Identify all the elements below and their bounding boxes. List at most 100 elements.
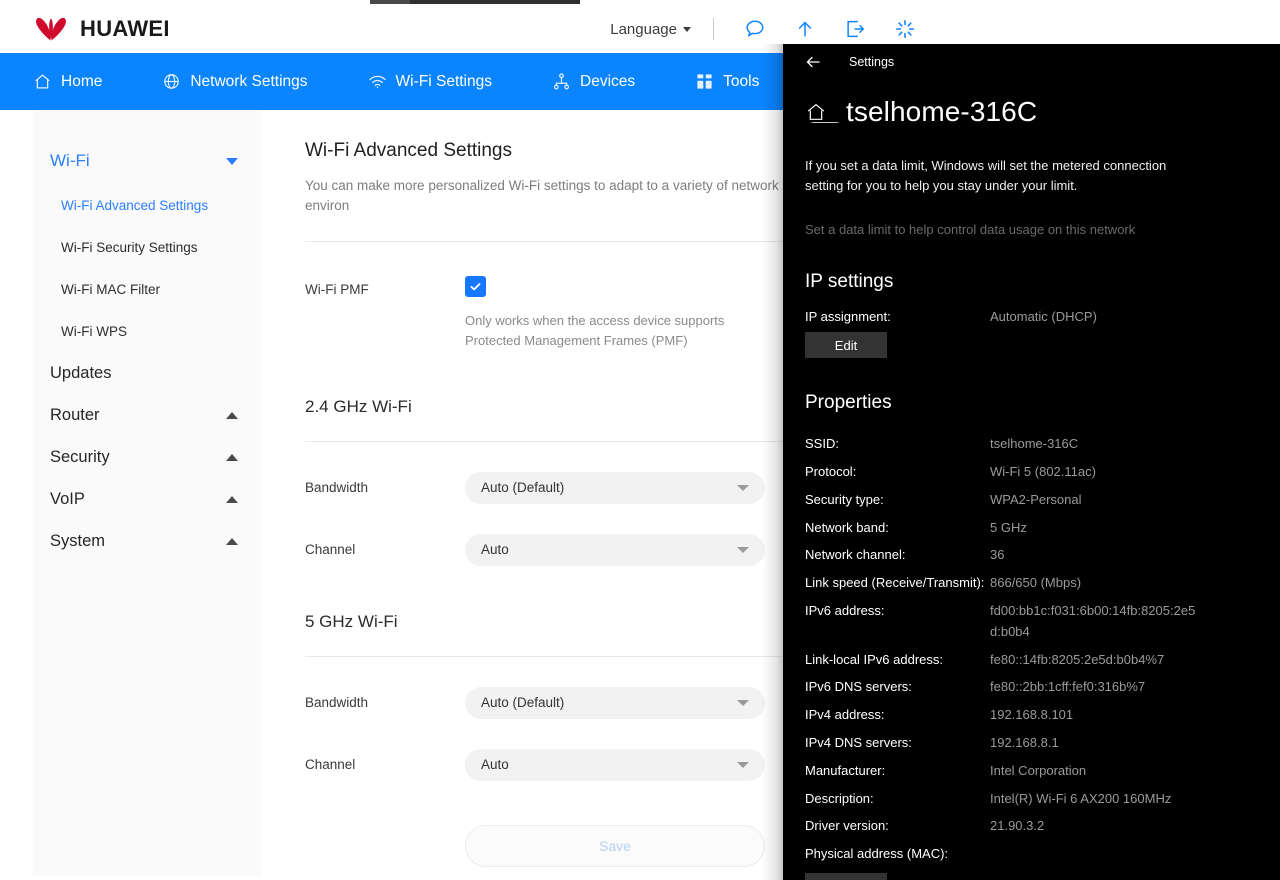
bandwidth-select-24[interactable]: Auto (Default): [465, 471, 765, 504]
channel-row-24: Channel Auto: [305, 533, 825, 566]
page-title: Wi-Fi Advanced Settings: [305, 140, 512, 161]
loading-spinner-icon[interactable]: [894, 18, 916, 40]
globe-icon: [164, 74, 180, 89]
check-icon: [470, 282, 481, 290]
sidebar-item-updates[interactable]: Updates: [33, 352, 262, 394]
property-key: Network band:: [805, 519, 889, 535]
nav-item-wifi-settings[interactable]: Wi-Fi Settings: [368, 53, 492, 110]
nav-label: Tools: [723, 72, 760, 90]
sidebar-item-system[interactable]: System: [33, 520, 262, 562]
property-value: 5 GHz: [990, 519, 1027, 535]
properties-list: SSID: tselhome-316C Protocol: Wi-Fi 5 (802.…: [805, 434, 1258, 865]
sidebar-item-label: System: [50, 531, 106, 550]
metered-toggle-clip: Off: [805, 122, 1025, 138]
sidebar-item-label: Router: [50, 405, 100, 424]
nav-label: Home: [61, 72, 103, 90]
save-button[interactable]: Save: [465, 824, 765, 867]
chevron-up-icon: [226, 453, 238, 461]
property-value: 21.90.3.2: [990, 818, 1045, 834]
pmf-hint: Only works when the access device suppor…: [465, 312, 725, 348]
channel-select-24[interactable]: Auto: [465, 533, 765, 566]
divider: [305, 240, 825, 242]
section-title-5ghz: 5 GHz Wi-Fi: [305, 611, 398, 631]
property-key: Security type:: [805, 491, 884, 507]
bandwidth-value: Auto (Default): [481, 695, 565, 711]
property-row: SSID: tselhome-316C: [805, 434, 1258, 455]
sidebar-item-wifi[interactable]: Wi-Fi: [33, 138, 262, 184]
sidebar-sub-label: Wi-Fi Advanced Settings: [61, 197, 209, 213]
pmf-row: Wi-Fi PMF Only works when the access dev…: [305, 275, 825, 351]
nav-item-network-settings[interactable]: Network Settings: [162, 53, 308, 110]
bandwidth-label: Bandwidth: [305, 695, 369, 711]
app-root: HUAWEI Language Home Network Settings Wi…: [0, 0, 1280, 880]
bandwidth-row-24: Bandwidth Auto (Default): [305, 471, 825, 504]
sidebar-item-label: VoIP: [50, 489, 85, 508]
sidebar-item-voip[interactable]: VoIP: [33, 478, 262, 520]
ip-assignment-value: Automatic (DHCP): [990, 309, 1097, 325]
property-value: Intel Corporation: [990, 762, 1087, 778]
sidebar-item-wifi-advanced-settings[interactable]: Wi-Fi Advanced Settings: [33, 184, 262, 226]
bandwidth-select-5[interactable]: Auto (Default): [465, 686, 765, 719]
sidebar-item-wifi-wps[interactable]: Wi-Fi WPS: [33, 310, 262, 352]
home-icon: [35, 74, 50, 89]
property-key: Manufacturer:: [805, 762, 886, 778]
channel-row-5: Channel Auto: [305, 748, 825, 781]
channel-label: Channel: [305, 542, 356, 558]
huawei-flower-logo: [36, 17, 66, 42]
property-key: SSID:: [805, 436, 839, 452]
chevron-down-icon: [226, 157, 238, 165]
sidebar-sub-label: Wi-Fi WPS: [61, 323, 127, 339]
property-row: IPv6 address: fd00:bb1c:f031:6b00:14fb:82…: [805, 601, 1258, 643]
nav-label: Wi-Fi Settings: [395, 72, 492, 90]
window-edge-artifact-light: [370, 0, 410, 4]
nav-item-devices[interactable]: Devices: [552, 53, 635, 110]
upload-arrow-icon[interactable]: [794, 18, 816, 40]
property-row: Protocol: Wi-Fi 5 (802.11ac): [805, 462, 1258, 483]
feedback-chat-icon[interactable]: [744, 18, 766, 40]
sidebar-item-wifi-security-settings[interactable]: Wi-Fi Security Settings: [33, 226, 262, 268]
property-value: fe80::2bb:1cff:fef0:316b%7: [990, 679, 1146, 695]
sidebar-item-security[interactable]: Security: [33, 436, 262, 478]
back-arrow-icon[interactable]: [805, 54, 821, 70]
property-row: Description: Intel(R) Wi-Fi 6 AX200 160MH…: [805, 789, 1258, 810]
logout-icon[interactable]: [844, 18, 866, 40]
chevron-down-icon: [737, 484, 749, 491]
property-key: Link-local IPv6 address:: [805, 651, 944, 667]
copy-button[interactable]: Copy: [805, 873, 887, 880]
property-row: Physical address (MAC):: [805, 844, 1258, 865]
sidebar-item-router[interactable]: Router: [33, 394, 262, 436]
metered-connection-toggle[interactable]: [805, 122, 845, 123]
sidebar-sub-label: Wi-Fi Security Settings: [61, 239, 198, 255]
chevron-up-icon: [226, 495, 238, 503]
divider: [305, 440, 825, 442]
nav-label: Devices: [580, 72, 636, 90]
language-selector[interactable]: Language: [604, 17, 697, 42]
chevron-down-icon: [737, 761, 749, 768]
sidebar-item-wifi-mac-filter[interactable]: Wi-Fi MAC Filter: [33, 268, 262, 310]
ip-assignment-label: IP assignment:: [805, 309, 891, 325]
property-row: Security type: WPA2-Personal: [805, 490, 1258, 511]
property-row: Network channel: 36: [805, 545, 1258, 566]
sidebar-item-label: Security: [50, 447, 110, 466]
property-value: 866/650 (Mbps): [990, 575, 1082, 591]
main-content: Wi-Fi Advanced Settings You can make mor…: [305, 140, 825, 867]
property-row: IPv4 DNS servers: 192.168.8.1: [805, 733, 1258, 754]
property-value: 36: [990, 547, 1005, 563]
property-key: Network channel:: [805, 547, 906, 563]
edit-ip-button[interactable]: Edit: [805, 332, 887, 359]
property-value: WPA2-Personal: [990, 491, 1082, 507]
channel-select-5[interactable]: Auto: [465, 748, 765, 781]
property-key: IPv4 address:: [805, 707, 885, 723]
property-value: tselhome-316C: [990, 436, 1079, 452]
nav-item-home[interactable]: Home: [33, 53, 102, 110]
page-description: You can make more personalized Wi-Fi set…: [305, 178, 779, 214]
property-row: Network band: 5 GHz: [805, 518, 1258, 539]
property-key: Protocol:: [805, 464, 857, 480]
pmf-checkbox[interactable]: [465, 275, 486, 297]
metered-toggle-row: Off: [805, 122, 1025, 123]
header-actions: Language: [604, 17, 1280, 42]
wifi-icon: [368, 75, 386, 89]
sidebar-item-label: Wi-Fi: [50, 151, 90, 170]
property-row: IPv6 DNS servers: fe80::2bb:1cff:fef0:316…: [805, 677, 1258, 698]
nav-item-tools[interactable]: Tools: [695, 53, 759, 110]
